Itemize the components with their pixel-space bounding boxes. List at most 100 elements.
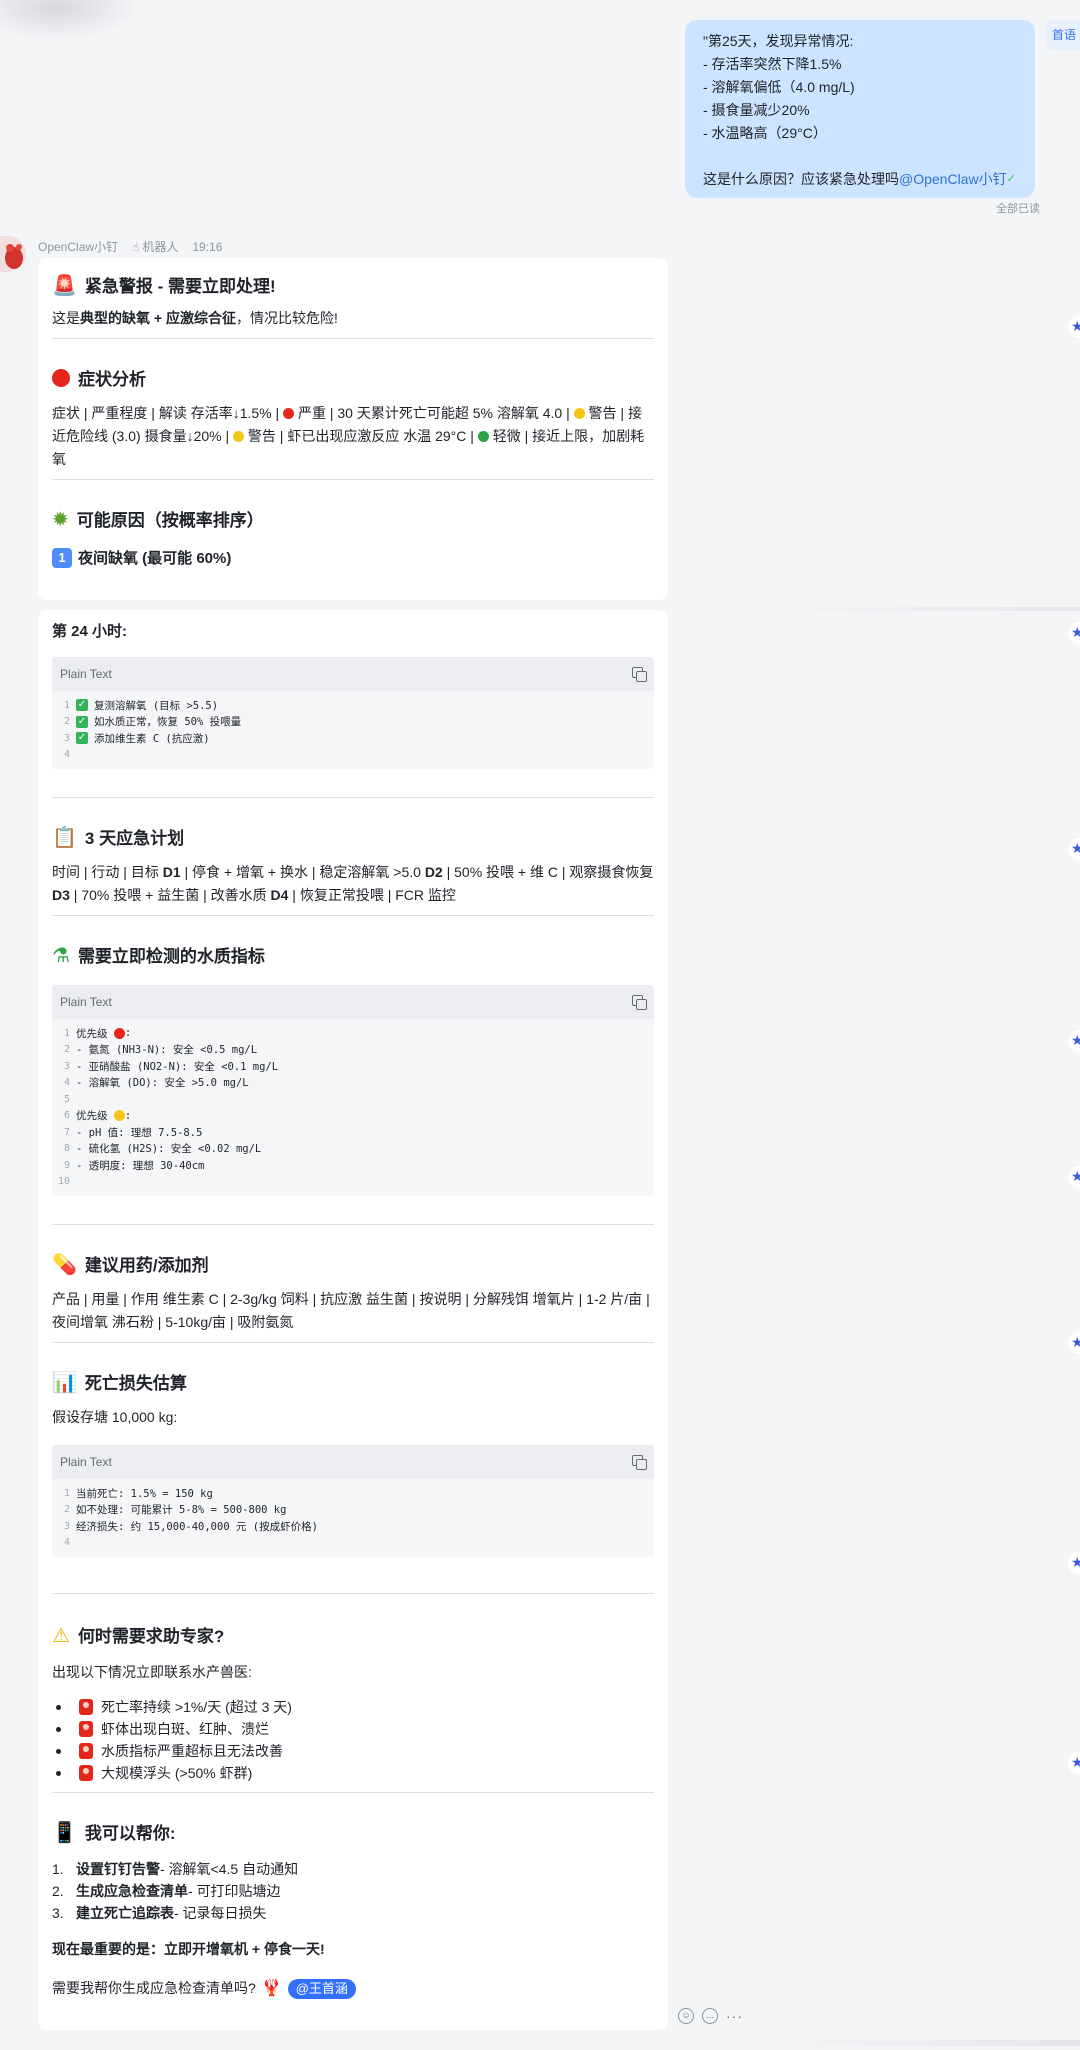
plan-text-4: | 70% 投喂 + 益生菌 | 改善水质 bbox=[73, 887, 267, 903]
code-line: 2 如不处理: 可能累计 5-8% = 500-800 kg bbox=[58, 1502, 648, 1519]
reply-icon[interactable]: … bbox=[702, 2008, 718, 2024]
loss-heading: 📊 死亡损失估算 bbox=[52, 1369, 654, 1394]
plan-d2: D2 bbox=[424, 864, 443, 880]
code-line: 9 - 透明度: 理想 30-40cm bbox=[58, 1157, 648, 1174]
copy-icon[interactable] bbox=[632, 1455, 647, 1470]
reaction-icon[interactable] bbox=[1068, 1030, 1080, 1052]
read-status[interactable]: 全部已读 bbox=[980, 200, 1040, 216]
reaction-icon[interactable] bbox=[1068, 1552, 1080, 1574]
plan-text-5: | 恢复正常投喂 | FCR 监控 bbox=[292, 887, 456, 903]
bullet bbox=[56, 1748, 61, 1754]
reaction-icon[interactable] bbox=[1068, 838, 1080, 860]
mention-openclaw[interactable]: @OpenClaw小钉 bbox=[899, 171, 1007, 187]
test-tube-icon: ⚗ bbox=[52, 942, 70, 967]
bot-message-card-2: 第 24 小时: Plain Text 1 ✓ 复测溶解氧 (目标 >5.5) 2 ✓… bbox=[38, 610, 668, 2030]
loss-title: 死亡损失估算 bbox=[84, 1374, 187, 1393]
med-heading: 💊 建议用药/添加剂 bbox=[52, 1251, 654, 1276]
code-line: 2 ✓ 如水质正常，恢复 50% 投喂量 bbox=[58, 714, 648, 731]
list-rest: - 记录每日损失 bbox=[174, 1905, 267, 1921]
bot-time: 19:16 bbox=[192, 239, 223, 254]
copy-icon[interactable] bbox=[632, 667, 647, 682]
rotating-light-icon bbox=[79, 1721, 93, 1737]
line-number: 1 bbox=[63, 699, 70, 711]
plan-title: 3 天应急计划 bbox=[84, 829, 185, 848]
code-line: 6 优先级 : bbox=[58, 1108, 648, 1125]
code-line: 3 经济损失: 约 15,000-40,000 元 (按成虾价格) bbox=[58, 1518, 648, 1535]
line-number: 10 bbox=[58, 1176, 71, 1188]
red-dot-icon bbox=[113, 1027, 125, 1039]
alert-title: 紧急警报 - 需要立即处理! bbox=[84, 277, 276, 296]
water-heading: ⚗ 需要立即检测的水质指标 bbox=[52, 942, 654, 967]
line-number: 7 bbox=[63, 1126, 70, 1138]
code-text: 如不处理: 可能累计 5-8% = 500-800 kg bbox=[76, 1504, 287, 1517]
code-line: 3 ✓ 添加维生素 C (抗应激) bbox=[58, 730, 648, 747]
reaction-icon[interactable] bbox=[1068, 1166, 1080, 1188]
bullet bbox=[56, 1726, 61, 1732]
reaction-icon[interactable] bbox=[1068, 1752, 1080, 1774]
list-item: 1. 设置钉钉告警 - 溶解氧<4.5 自动通知 bbox=[52, 1858, 654, 1880]
yellow-dot-icon bbox=[113, 1110, 125, 1122]
list-item: 2. 生成应急检查清单 - 可打印贴塘边 bbox=[52, 1880, 654, 1902]
bot-avatar[interactable] bbox=[0, 236, 26, 272]
checkbox-icon: ✓ bbox=[76, 732, 88, 745]
green-dot-icon bbox=[477, 431, 489, 442]
user-line-1: "第25天，发现异常情况: bbox=[703, 33, 854, 49]
robot-icon: ☝ bbox=[132, 239, 140, 254]
code-line: 4 bbox=[58, 1535, 648, 1552]
intro-bold: 典型的缺氧 + 应激综合征 bbox=[80, 310, 236, 326]
more-icon[interactable]: ··· bbox=[726, 2008, 743, 2024]
code-lang-label: Plain Text bbox=[60, 995, 112, 1009]
symptom-text-2: 严重 | 30 天累计死亡可能超 5% 溶解氧 4.0 | bbox=[297, 405, 570, 421]
list-item: 死亡率持续 >1%/天 (超过 3 天) bbox=[52, 1696, 654, 1718]
list-item-text: 虾体出现白斑、红肿、溃烂 bbox=[101, 1721, 269, 1737]
mention-chip[interactable]: @王首涵 bbox=[287, 1978, 356, 1999]
microbe-icon: ✹ bbox=[52, 506, 69, 531]
reaction-icon[interactable] bbox=[1068, 1332, 1080, 1354]
divider bbox=[52, 915, 654, 916]
bottom-separator bbox=[780, 2040, 1080, 2046]
line-number: 5 bbox=[63, 1093, 70, 1105]
read-check-icon: ✓ bbox=[1006, 173, 1016, 185]
checkbox-icon: ✓ bbox=[76, 699, 88, 712]
code-colon: : bbox=[124, 1109, 132, 1122]
user-line-7: 这是什么原因？应该紧急处理吗@OpenClaw小钉✓ bbox=[703, 168, 1017, 191]
list-number: 2. bbox=[52, 1883, 64, 1899]
rotating-light-icon bbox=[79, 1743, 93, 1759]
side-tab[interactable]: 首语 bbox=[1046, 20, 1080, 50]
bot-name[interactable]: OpenClaw小钉 bbox=[38, 238, 118, 255]
add-reaction-icon[interactable]: ☺ bbox=[678, 2008, 694, 2024]
line-number: 2 bbox=[63, 1044, 70, 1056]
reaction-icon[interactable] bbox=[1068, 622, 1080, 644]
intro-prefix: 这是 bbox=[52, 310, 80, 326]
checkbox-icon: ✓ bbox=[76, 715, 88, 728]
message-separator bbox=[760, 607, 1080, 611]
plan-d4: D4 bbox=[270, 887, 289, 903]
closing-question: 需要我帮你生成应急检查清单吗? 🦞 @王首涵 bbox=[52, 1977, 654, 2000]
list-rest: - 可打印贴塘边 bbox=[188, 1883, 281, 1899]
user-message-bubble: "第25天，发现异常情况: - 存活率突然下降1.5% - 溶解氧偏低（4.0 … bbox=[685, 20, 1035, 198]
med-title: 建议用药/添加剂 bbox=[84, 1256, 209, 1275]
yellow-dot-icon bbox=[233, 431, 245, 442]
line-number: 9 bbox=[63, 1159, 70, 1171]
code-block-2: Plain Text 1 优先级 : 2 - 氨氮 (NH3-N): 安全 <0.5… bbox=[52, 985, 654, 1196]
user-line-4: - 摄食量减少20% bbox=[703, 102, 810, 118]
code-line: 1 当前死亡: 1.5% = 150 kg bbox=[58, 1485, 648, 1502]
copy-icon[interactable] bbox=[632, 995, 647, 1010]
plan-text-2: | 停食 + 增氧 + 换水 | 稳定溶解氧 >5.0 bbox=[184, 864, 421, 880]
closing-question-text: 需要我帮你生成应急检查清单吗? bbox=[52, 1980, 256, 1996]
reaction-icon[interactable] bbox=[1068, 316, 1080, 338]
user-line-3: - 溶解氧偏低（4.0 mg/L) bbox=[703, 79, 855, 95]
code-block-1: Plain Text 1 ✓ 复测溶解氧 (目标 >5.5) 2 ✓ 如水质正常，恢复 … bbox=[52, 657, 654, 769]
user-line-2: - 存活率突然下降1.5% bbox=[703, 56, 842, 72]
expert-list: 死亡率持续 >1%/天 (超过 3 天) 虾体出现白斑、红肿、溃烂 水质指标严重… bbox=[52, 1696, 654, 1784]
h24-heading: 第 24 小时: bbox=[52, 623, 128, 640]
line-number: 2 bbox=[63, 716, 70, 728]
list-item: 大规模浮头 (>50% 虾群) bbox=[52, 1762, 654, 1784]
water-title: 需要立即检测的水质指标 bbox=[77, 947, 265, 966]
code-text: - 氨氮 (NH3-N): 安全 <0.5 mg/L bbox=[76, 1044, 258, 1057]
symptom-heading: 症状分析 bbox=[52, 365, 654, 390]
bot-tag: ☝ 机器人 bbox=[132, 238, 178, 255]
bot-meta: OpenClaw小钉 ☝ 机器人 19:16 bbox=[38, 238, 222, 255]
plan-d1: D1 bbox=[162, 864, 181, 880]
code-text: - 溶解氧 (DO): 安全 >5.0 mg/L bbox=[76, 1077, 249, 1090]
